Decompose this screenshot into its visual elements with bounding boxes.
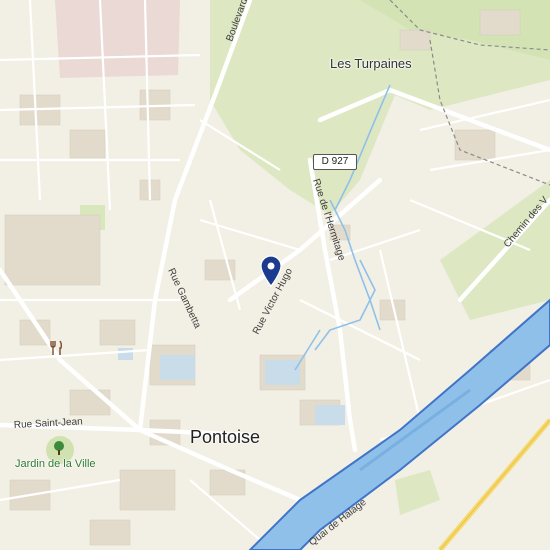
route-shield-d927: D 927 [313, 154, 357, 170]
urban-area [55, 0, 180, 78]
place-label-les-turpaines: Les Turpaines [330, 56, 412, 71]
tree-icon[interactable] [52, 440, 66, 456]
location-pin-icon[interactable] [260, 255, 282, 287]
city-label-pontoise: Pontoise [190, 427, 261, 447]
map-canvas[interactable]: Boulevard Rue Gambetta Rue Victor Hugo R… [0, 0, 550, 550]
place-label-jardin: Jardin de la Ville [15, 458, 96, 470]
restaurant-icon[interactable] [50, 340, 64, 356]
